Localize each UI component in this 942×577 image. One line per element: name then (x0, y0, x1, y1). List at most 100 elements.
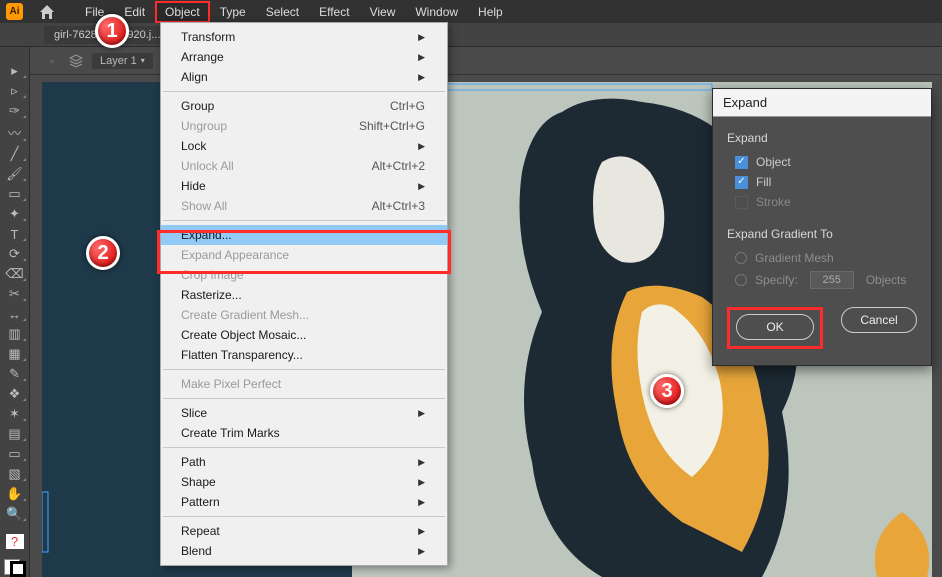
paintbrush-tool[interactable]: 🖌 (3, 166, 27, 182)
tools-panel: ▸▹✑〰╱🖌▭✦T⟳⌫✂↔▥▦✎❖✶▤▭▧✋🔍? (0, 47, 30, 577)
menu-item-label: Pattern (181, 495, 220, 509)
menu-item-lock[interactable]: Lock ▶ (161, 136, 447, 156)
menu-item-arrange[interactable]: Arrange▶ (161, 47, 447, 67)
eraser-tool[interactable]: ⌫ (3, 266, 27, 282)
menu-item-align[interactable]: Align▶ (161, 67, 447, 87)
line-tool[interactable]: ╱ (3, 146, 27, 162)
menu-window[interactable]: Window (405, 1, 468, 23)
menu-item-show-all: Show AllAlt+Ctrl+3 (161, 196, 447, 216)
menu-shortcut: Alt+Ctrl+3 (372, 199, 425, 213)
menu-item-label: Rasterize... (181, 288, 242, 302)
menu-item-label: Flatten Transparency... (181, 348, 303, 362)
home-icon[interactable] (37, 2, 57, 22)
submenu-arrow-icon: ▶ (418, 477, 425, 488)
menu-item-repeat[interactable]: Repeat ▶ (161, 521, 447, 541)
menu-item-crop-image: Crop Image (161, 265, 447, 285)
menu-item-create-object-mosaic[interactable]: Create Object Mosaic... (161, 325, 447, 345)
menu-item-label: Unlock All (181, 159, 234, 173)
menu-separator (163, 516, 445, 517)
no-selection-icon: ◦ (44, 53, 60, 69)
menu-select[interactable]: Select (256, 1, 309, 23)
curvature-tool[interactable]: 〰 (3, 123, 27, 142)
dialog-title: Expand (713, 89, 931, 117)
menu-item-rasterize[interactable]: Rasterize... (161, 285, 447, 305)
menu-item-hide[interactable]: Hide▶ (161, 176, 447, 196)
menu-item-label: Hide (181, 179, 206, 193)
submenu-arrow-icon: ▶ (418, 526, 425, 537)
menu-item-expand[interactable]: Expand... (161, 225, 447, 245)
menu-item-label: Lock (181, 139, 206, 153)
hand-tool[interactable]: ✋ (3, 486, 27, 502)
symbol-sprayer-tool[interactable]: ✶ (3, 406, 27, 422)
menu-separator (163, 447, 445, 448)
menubar: FileEditObjectTypeSelectEffectViewWindow… (75, 1, 513, 23)
width-tool[interactable]: ↔ (3, 306, 27, 322)
menu-item-label: Expand... (181, 228, 232, 242)
menu-type[interactable]: Type (210, 1, 256, 23)
object-checkbox[interactable] (735, 156, 748, 169)
text-tool[interactable]: T (3, 226, 27, 242)
gradient-section-label: Expand Gradient To (727, 227, 917, 241)
menu-item-slice[interactable]: Slice▶ (161, 403, 447, 423)
gradient-mesh-radio (735, 252, 747, 264)
zoom-tool[interactable]: 🔍 (3, 506, 27, 522)
direct-selection-tool[interactable]: ▹ (3, 83, 27, 99)
gradient-tool[interactable]: ▥ (3, 326, 27, 342)
menu-separator (163, 220, 445, 221)
fill-checkbox[interactable] (735, 176, 748, 189)
menu-separator (163, 91, 445, 92)
menu-item-path[interactable]: Path▶ (161, 452, 447, 472)
submenu-arrow-icon: ▶ (418, 546, 425, 557)
menu-item-group[interactable]: GroupCtrl+G (161, 96, 447, 116)
objects-label: Objects (866, 273, 907, 287)
menu-help[interactable]: Help (468, 1, 513, 23)
shaper-tool[interactable]: ✦ (3, 206, 27, 222)
menu-separator (163, 369, 445, 370)
menu-item-expand-appearance: Expand Appearance (161, 245, 447, 265)
slice-tool[interactable]: ▧ (3, 466, 27, 482)
menu-item-blend[interactable]: Blend▶ (161, 541, 447, 561)
menu-item-label: Repeat (181, 524, 220, 538)
rect-tool[interactable]: ▭ (3, 186, 27, 202)
control-bar: ◦ Layer 1 ▾ ⊙ (0, 47, 942, 75)
column-graph-tool[interactable]: ▤ (3, 426, 27, 442)
scissors-tool[interactable]: ✂ (3, 286, 27, 302)
submenu-arrow-icon: ▶ (418, 497, 425, 508)
selection-tool[interactable]: ▸ (3, 63, 27, 79)
menu-item-create-trim-marks[interactable]: Create Trim Marks (161, 423, 447, 443)
menu-effect[interactable]: Effect (309, 1, 359, 23)
menu-item-unlock-all: Unlock All Alt+Ctrl+2 (161, 156, 447, 176)
menu-shortcut: Shift+Ctrl+G (359, 119, 425, 133)
artboard-tool[interactable]: ▭ (3, 446, 27, 462)
menu-view[interactable]: View (360, 1, 406, 23)
menu-item-label: Ungroup (181, 119, 227, 133)
app-logo: Ai (6, 3, 23, 20)
menu-item-label: Crop Image (181, 268, 244, 282)
submenu-arrow-icon: ▶ (418, 141, 425, 152)
blend-tool[interactable]: ❖ (3, 386, 27, 402)
menu-shortcut: Alt+Ctrl+2 (372, 159, 425, 173)
rotate-tool[interactable]: ⟳ (3, 246, 27, 262)
menu-item-create-gradient-mesh: Create Gradient Mesh... (161, 305, 447, 325)
layer-stack-icon[interactable] (68, 53, 84, 69)
fill-stroke-swatch[interactable] (4, 559, 26, 577)
menu-item-shape[interactable]: Shape ▶ (161, 472, 447, 492)
mesh-tool[interactable]: ▦ (3, 346, 27, 362)
eyedropper-tool[interactable]: ✎ (3, 366, 27, 382)
submenu-arrow-icon: ▶ (418, 408, 425, 419)
layer-chip[interactable]: Layer 1 ▾ (92, 53, 153, 69)
menu-item-label: Create Object Mosaic... (181, 328, 306, 342)
menu-item-pattern[interactable]: Pattern ▶ (161, 492, 447, 512)
menu-item-label: Shape (181, 475, 216, 489)
ok-button[interactable]: OK (736, 314, 814, 340)
callout-2: 2 (86, 236, 120, 270)
menu-item-flatten-transparency[interactable]: Flatten Transparency... (161, 345, 447, 365)
menu-item-label: Arrange (181, 50, 224, 64)
menu-item-transform[interactable]: Transform▶ (161, 27, 447, 47)
cancel-button[interactable]: Cancel (841, 307, 917, 333)
menu-object[interactable]: Object (155, 1, 210, 23)
pen-tool[interactable]: ✑ (3, 103, 27, 119)
menu-item-label: Group (181, 99, 214, 113)
menu-item-label: Create Gradient Mesh... (181, 308, 309, 322)
menu-item-label: Make Pixel Perfect (181, 377, 281, 391)
